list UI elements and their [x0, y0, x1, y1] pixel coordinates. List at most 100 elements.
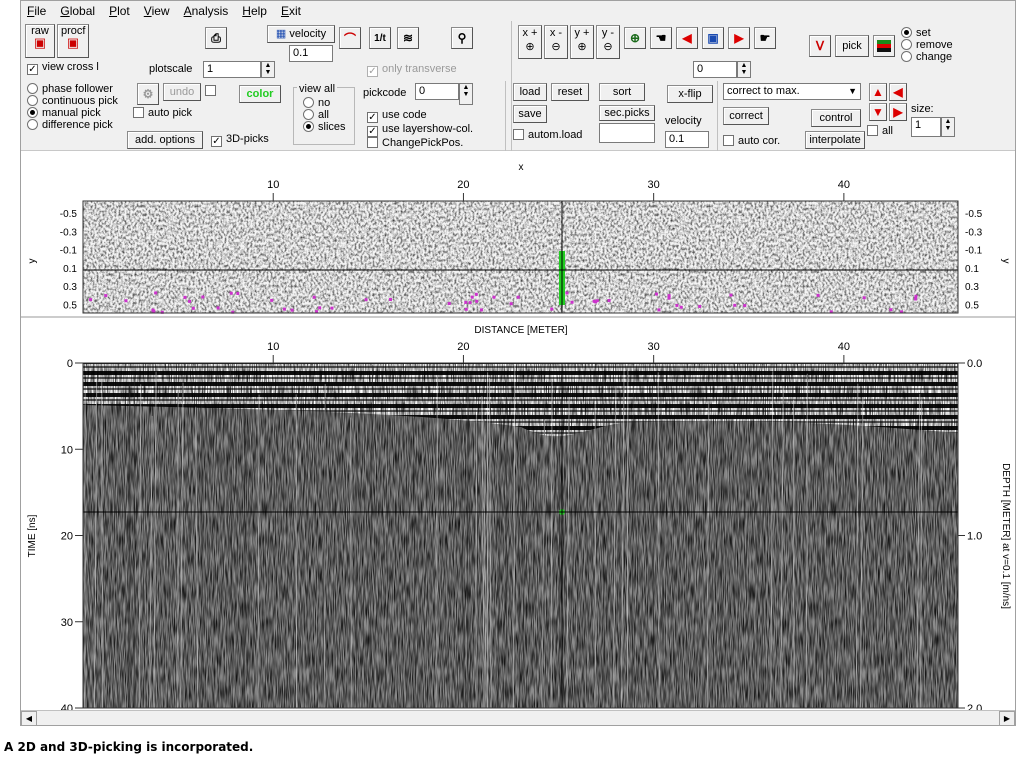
arrow-left-icon[interactable]: ◀ — [676, 27, 698, 49]
color-button[interactable]: color — [239, 85, 281, 103]
velocity2-label: velocity — [665, 115, 702, 127]
pickcode-spinner[interactable]: ▲ ▼ — [459, 83, 473, 105]
arrow-right-icon[interactable]: ▶ — [728, 27, 750, 49]
pick-method-phase-follower[interactable]: phase follower — [27, 83, 118, 95]
plotscale-input[interactable]: 1 — [203, 61, 261, 78]
view-all-slices[interactable]: slices — [303, 121, 346, 133]
pick-method-manual[interactable]: manual pick — [27, 107, 118, 119]
zoom-y-out-button[interactable]: y - ⊖ — [596, 25, 620, 59]
position-input[interactable]: 0 — [693, 61, 737, 78]
position-spinner[interactable]: ▲ ▼ — [737, 61, 751, 78]
plotscale-spinner[interactable]: ▲ ▼ — [261, 61, 275, 78]
menu-exit[interactable]: Exit — [281, 4, 301, 18]
top-x-ticks: 10 20 30 40 — [267, 179, 850, 201]
all-checkbox[interactable]: all — [867, 125, 893, 137]
menu-file[interactable]: File — [27, 4, 46, 18]
velocity-button[interactable]: ▦ velocity — [267, 25, 335, 43]
add-options-button[interactable]: add. options — [127, 131, 203, 149]
hyperbola-icon[interactable]: ⌒ — [339, 27, 361, 49]
pick-mode-remove[interactable]: remove — [901, 39, 953, 51]
magenta-pick-dot — [188, 299, 192, 303]
undo-button[interactable]: undo — [163, 83, 201, 101]
sort-button[interactable]: sort — [599, 83, 645, 101]
velocity2-input[interactable]: 0.1 — [665, 131, 709, 148]
x-flip-button[interactable]: x-flip — [667, 85, 713, 103]
pick-button[interactable]: pick — [835, 35, 869, 57]
sec-picks-label: sec.picks — [604, 107, 650, 119]
layers-icon[interactable] — [873, 35, 895, 57]
pick-mode-set[interactable]: set — [901, 27, 953, 39]
wave-pick-icon[interactable]: ᐯ — [809, 35, 831, 57]
use-code-checkbox[interactable]: ✓ use code — [367, 109, 473, 123]
load-button[interactable]: load — [513, 83, 547, 101]
view-all-no[interactable]: no — [303, 97, 346, 109]
time-tick-label: 30 — [61, 617, 73, 629]
zoom-icon[interactable]: ⊕ — [624, 27, 646, 49]
zoom-x-out-button[interactable]: x - ⊖ — [544, 25, 568, 59]
pickcode-input[interactable]: 0 — [415, 83, 459, 100]
magenta-pick-dot — [733, 303, 737, 307]
arrow-up-icon[interactable]: ▲ — [869, 83, 887, 101]
correct-button[interactable]: correct — [723, 107, 769, 125]
view-all-slices-label: slices — [318, 121, 346, 133]
pick-method-difference[interactable]: difference pick — [27, 119, 118, 131]
view-all-all[interactable]: all — [303, 109, 346, 121]
hand-pointer-icon[interactable]: ☚ — [650, 27, 672, 49]
size-input[interactable]: 1 — [911, 117, 941, 137]
gpr-plots[interactable]: x 10 20 30 40 -0.5 -0.5 -0.3 -0.3 -0.1 -0.1 0.1 0.… — [21, 151, 1016, 715]
3d-picks-checkbox[interactable]: ✓ 3D-picks — [211, 133, 269, 147]
ratio-button[interactable]: 1/t — [369, 27, 391, 49]
plot-settings-icon[interactable]: ⎙ — [205, 27, 227, 49]
interpolate-button[interactable]: interpolate — [805, 131, 865, 149]
save-button[interactable]: save — [513, 105, 547, 123]
wiggle-icon[interactable]: ≋ — [397, 27, 419, 49]
scroll-left-icon[interactable]: ◀ — [21, 711, 37, 725]
zoom-y-in-button[interactable]: y + ⊕ — [570, 25, 594, 59]
radio-dot — [303, 97, 314, 108]
reset-button[interactable]: reset — [551, 83, 589, 101]
pick-mode-remove-label: remove — [916, 39, 953, 51]
correct-mode-select[interactable]: correct to max. ▼ — [723, 83, 861, 100]
sec-picks-field[interactable] — [599, 123, 655, 143]
auto-pick-checkbox[interactable]: auto pick — [133, 107, 192, 119]
autom-load-checkbox[interactable]: autom.load — [513, 129, 582, 141]
change-pick-pos-checkbox[interactable]: ChangePickPos. — [367, 137, 473, 150]
horizontal-scrollbar[interactable]: ◀ ▶ — [21, 710, 1015, 725]
zoom-y-in-label: y + — [574, 27, 590, 39]
pick-mode-set-label: set — [916, 27, 931, 39]
auto-cor-checkbox[interactable]: auto cor. — [723, 135, 780, 147]
arrow-right-icon[interactable]: ▶ — [889, 103, 907, 121]
arrow-left-icon[interactable]: ◀ — [889, 83, 907, 101]
raw-button[interactable]: raw ▣ — [25, 24, 55, 58]
pick-mode-change[interactable]: change — [901, 51, 953, 63]
scroll-right-icon[interactable]: ▶ — [999, 711, 1015, 725]
menu-help[interactable]: Help — [242, 4, 267, 18]
magnifier-icon[interactable]: ⚲ — [451, 27, 473, 49]
use-layershow-checkbox[interactable]: ✓ use layershow-col. — [367, 123, 473, 137]
view-cross-label: view cross l — [42, 61, 99, 73]
control-button[interactable]: control — [811, 109, 861, 127]
pick-method-group: phase follower continuous pick manual pi… — [27, 83, 118, 131]
autom-load-label: autom.load — [528, 129, 583, 141]
view-cross-checkbox[interactable]: ✓ view cross l — [27, 61, 99, 75]
only-transverse-checkbox[interactable]: ✓ only transverse — [367, 63, 457, 77]
zoom-x-in-button[interactable]: x + ⊕ — [518, 25, 542, 59]
menu-view[interactable]: View — [144, 4, 170, 18]
arrow-down-icon[interactable]: ▼ — [869, 103, 887, 121]
stop-icon[interactable]: ▣ — [702, 27, 724, 49]
pick-method-continuous[interactable]: continuous pick — [27, 95, 118, 107]
procf-button[interactable]: procf ▣ — [57, 24, 89, 58]
size-spinner[interactable]: ▲ ▼ — [941, 117, 955, 137]
velocity-input[interactable]: 0.1 — [289, 45, 333, 62]
menu-global[interactable]: Global — [60, 4, 95, 18]
sec-picks-button[interactable]: sec.picks — [599, 105, 655, 121]
separator — [505, 81, 506, 151]
magenta-pick-dot — [216, 306, 220, 310]
gear-icon[interactable]: ⚙ — [137, 83, 159, 105]
undo-checkbox[interactable] — [205, 85, 220, 97]
menu-plot[interactable]: Plot — [109, 4, 130, 18]
menu-analysis[interactable]: Analysis — [184, 4, 229, 18]
hand-right-icon[interactable]: ☛ — [754, 27, 776, 49]
magenta-pick-dot — [464, 300, 468, 304]
manual-pick-label: manual pick — [42, 107, 101, 119]
